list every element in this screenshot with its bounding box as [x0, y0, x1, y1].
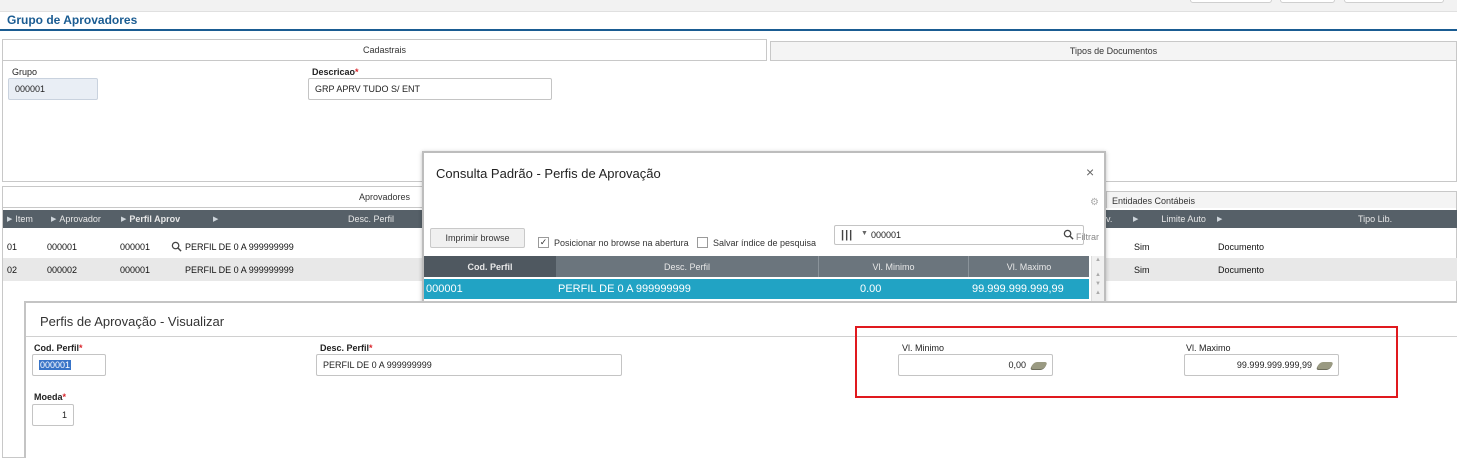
highlight-box — [855, 326, 1398, 398]
cod-perfil-field[interactable]: 000001 — [32, 354, 106, 376]
descricao-label: Descricao* — [312, 67, 359, 77]
dialog-title: Consulta Padrão - Perfis de Aprovação — [436, 166, 661, 181]
cell-perfil: 000001 — [120, 264, 151, 275]
desc-perfil-value: PERFIL DE 0 A 999999999 — [323, 360, 432, 370]
scroll-up-icon[interactable]: ▲ — [1092, 289, 1104, 298]
salvar-indice-label: Salvar índice de pesquisa — [713, 238, 817, 248]
cod-perfil-value: 000001 — [39, 360, 72, 370]
toolbar-button[interactable] — [1280, 0, 1335, 3]
cell-desc: PERFIL DE 0 A 999999999 — [185, 264, 294, 275]
visualizar-title: Perfis de Aprovação - Visualizar — [40, 314, 225, 329]
cell-aprovador: 000001 — [47, 241, 78, 252]
col-limite-auto[interactable]: ▶ Limite Auto — [1133, 210, 1206, 228]
cell-vl-minimo: 0.00 — [860, 283, 882, 295]
modal-grid-row-selected[interactable]: 000001 PERFIL DE 0 A 999999999 0.00 99.9… — [424, 279, 1089, 299]
cell-tipo: Documento — [1218, 241, 1265, 252]
posicionar-label: Posicionar no browse na abertura — [554, 238, 689, 248]
cell-limite: Sim — [1134, 264, 1150, 275]
tab-cadastrais-label: Cadastrais — [362, 45, 407, 55]
col-v[interactable]: v. — [1106, 210, 1112, 228]
modal-grid-header: Cod. Perfil Desc. Perfil Vl. Minimo Vl. … — [424, 256, 1089, 277]
scroll-page-icon[interactable]: ▲ — [1092, 271, 1104, 280]
cell-vl-maximo: 99.999.999.999,99 — [972, 283, 1064, 295]
title-divider — [0, 29, 1457, 31]
toolbar-button[interactable] — [1344, 0, 1444, 3]
index-icon[interactable]: ||| — [841, 229, 853, 241]
grupo-label: Grupo — [12, 67, 38, 77]
modal-scrollbar[interactable]: ▲ ▲ ▼ ▲ — [1091, 256, 1104, 302]
print-browse-button[interactable]: Imprimir browse — [430, 228, 525, 248]
col-tipo-lib[interactable]: Tipo Lib. — [1358, 210, 1392, 228]
search-value: 000001 — [871, 230, 902, 240]
col-aprovador[interactable]: ▶ Aprovador — [51, 210, 101, 228]
scroll-page-icon[interactable]: ▼ — [1092, 280, 1104, 289]
grupo-value: 000001 — [15, 84, 46, 94]
tab-aprovadores-label: Aprovadores — [358, 192, 411, 202]
cell-tipo: Documento — [1218, 264, 1265, 275]
search-field[interactable]: ||| ▼ 000001 — [834, 225, 1084, 245]
tab-cadastrais[interactable]: Cadastrais — [2, 39, 767, 61]
moeda-label: Moeda* — [34, 392, 67, 402]
consulta-padrao-dialog: Consulta Padrão - Perfis de Aprovação × … — [422, 151, 1106, 304]
cell-aprovador: 000002 — [47, 264, 78, 275]
col-desc-perfil[interactable]: Desc. Perfil — [556, 256, 818, 277]
col-vl-maximo[interactable]: Vl. Maximo — [968, 256, 1089, 277]
cell-item: 02 — [7, 264, 18, 275]
moeda-field[interactable]: 1 — [32, 404, 74, 426]
cell-limite: Sim — [1134, 241, 1150, 252]
filtrar-link[interactable]: Filtrar — [1076, 232, 1099, 242]
col-perfil-aprov[interactable]: ▶ Perfil Aprov — [121, 210, 180, 228]
col-arrow[interactable]: ▶ — [213, 210, 221, 228]
cell-desc: PERFIL DE 0 A 999999999 — [185, 241, 294, 252]
desc-perfil-label: Desc. Perfil* — [320, 343, 373, 353]
chevron-down-icon[interactable]: ▼ — [861, 230, 868, 237]
cell-perfil: 000001 — [120, 241, 151, 252]
grupo-field: 000001 — [8, 78, 98, 100]
scroll-up-icon[interactable]: ▲ — [1092, 256, 1104, 265]
descricao-value: GRP APRV TUDO S/ ENT — [315, 84, 421, 94]
tab-tipos-documentos[interactable]: Tipos de Documentos — [770, 41, 1457, 61]
descricao-field[interactable]: GRP APRV TUDO S/ ENT — [308, 78, 552, 100]
cell-cod-perfil: 000001 — [426, 283, 463, 295]
col-arrow-2[interactable]: ▶ — [1217, 210, 1225, 228]
col-desc-perfil[interactable]: Desc. Perfil — [348, 210, 394, 228]
tab-entidades-label: Entidades Contábeis — [1112, 195, 1196, 206]
page-title: Grupo de Aprovadores — [7, 13, 138, 27]
col-vl-minimo[interactable]: Vl. Minimo — [818, 256, 968, 277]
close-icon[interactable]: × — [1086, 164, 1094, 180]
col-item[interactable]: ▶ Item — [7, 210, 33, 228]
salvar-indice-checkbox[interactable] — [697, 237, 708, 248]
cell-desc-perfil: PERFIL DE 0 A 999999999 — [558, 283, 691, 295]
tab-tipos-documentos-label: Tipos de Documentos — [1069, 46, 1158, 56]
moeda-value: 1 — [61, 410, 67, 420]
toolbar-button[interactable] — [1190, 0, 1272, 3]
gear-icon[interactable]: ⚙ — [1090, 197, 1099, 208]
search-icon[interactable] — [171, 235, 182, 258]
search-icon[interactable] — [1063, 229, 1074, 242]
col-cod-perfil[interactable]: Cod. Perfil — [424, 256, 556, 277]
posicionar-checkbox[interactable]: ✓ — [538, 237, 549, 248]
cod-perfil-label: Cod. Perfil* — [34, 343, 83, 353]
desc-perfil-field[interactable]: PERFIL DE 0 A 999999999 — [316, 354, 622, 376]
cell-item: 01 — [7, 241, 18, 252]
